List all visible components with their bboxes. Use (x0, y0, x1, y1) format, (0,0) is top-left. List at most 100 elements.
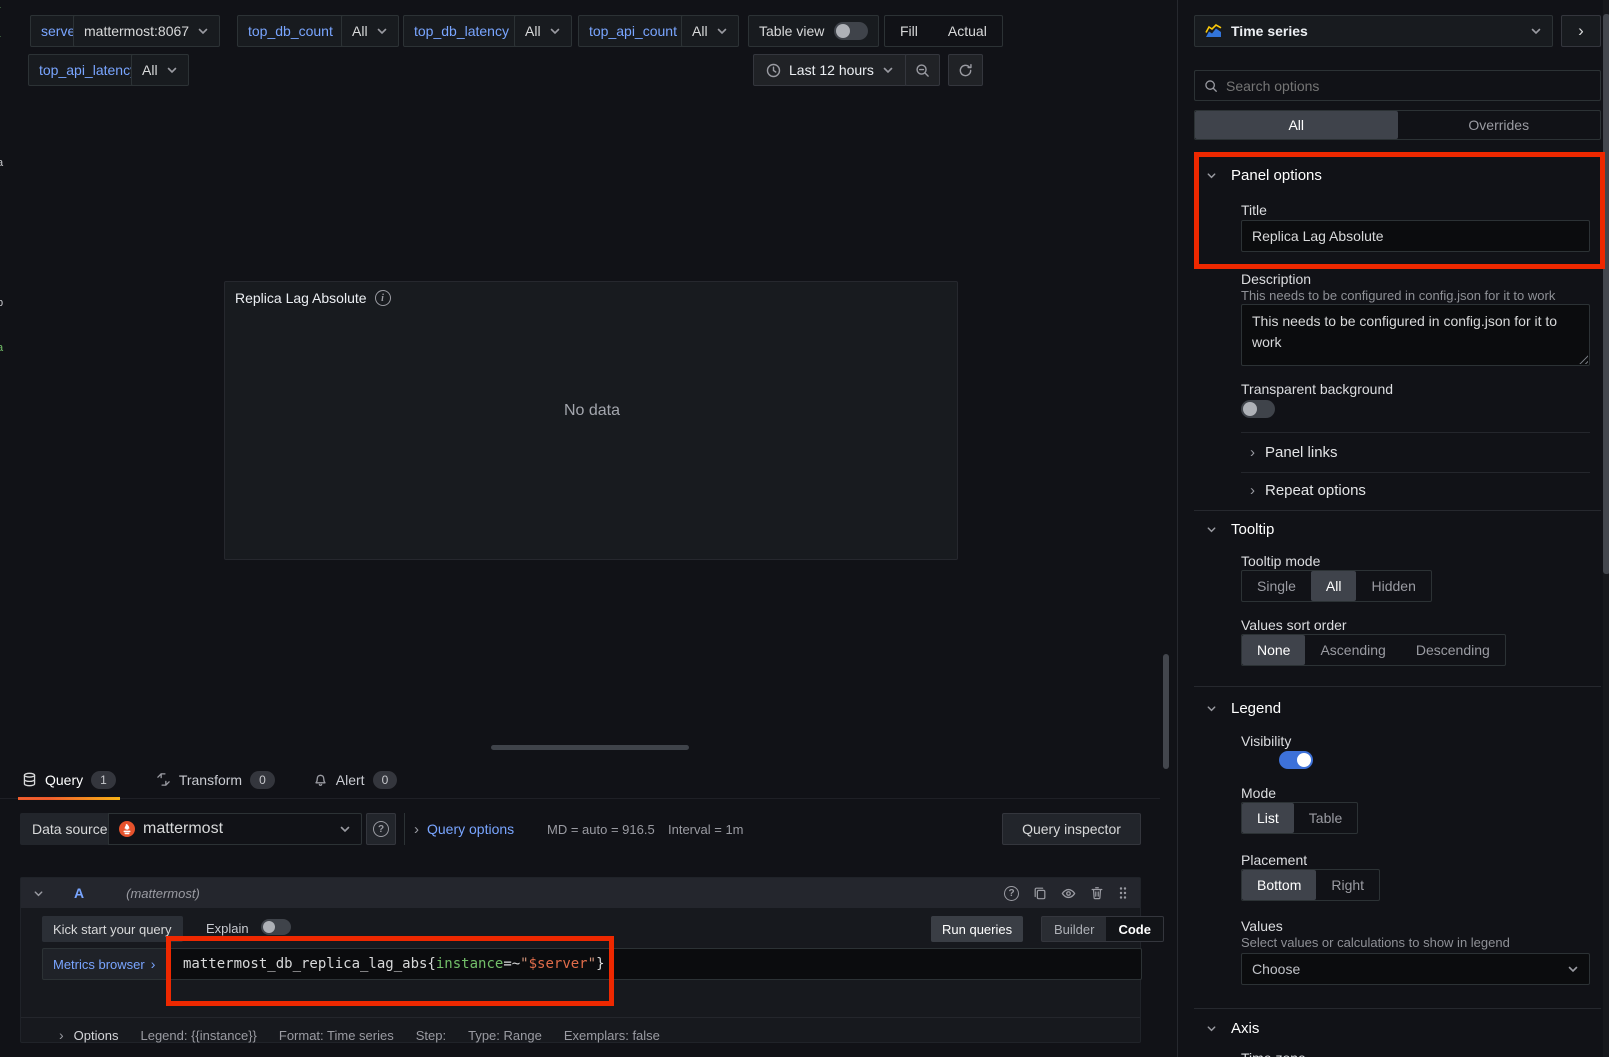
chevron-down-icon (33, 888, 44, 899)
tooltip-mode-single[interactable]: Single (1242, 571, 1311, 601)
fill-option[interactable]: Fill (885, 16, 933, 46)
panel-description-textarea[interactable]: This needs to be configured in config.js… (1241, 304, 1590, 366)
grafana-panel-editor: r r l a b a server mattermost:8067 top_d… (0, 0, 1609, 1057)
datasource-help-button[interactable]: ? (366, 813, 396, 845)
legend-mode-label: Mode (1241, 785, 1276, 801)
search-icon (1204, 79, 1218, 93)
run-queries-button[interactable]: Run queries (931, 916, 1023, 942)
tooltip-mode-hidden[interactable]: Hidden (1356, 571, 1430, 601)
query-row-header[interactable]: A (mattermost) ? (21, 878, 1140, 908)
chevron-right-icon: › (1250, 444, 1255, 461)
placement-bottom[interactable]: Bottom (1242, 870, 1316, 900)
explain-switch[interactable] (261, 919, 291, 935)
query-expression-input[interactable]: mattermost_db_replica_lag_abs{instance=~… (168, 948, 1142, 980)
placement-right[interactable]: Right (1316, 870, 1379, 900)
chevron-right-icon: › (59, 1027, 64, 1043)
description-field-wrap: This needs to be configured in config.js… (1241, 304, 1590, 366)
visualization-picker[interactable]: Time series (1194, 15, 1553, 47)
main-scrollbar[interactable] (1163, 654, 1169, 769)
legend-mode-table[interactable]: Table (1294, 803, 1357, 833)
tabs-divider (0, 798, 1160, 799)
tooltip-mode-all[interactable]: All (1311, 571, 1357, 601)
actual-option[interactable]: Actual (933, 16, 1002, 46)
search-input[interactable] (1226, 78, 1591, 94)
options-toggle[interactable]: › Options (59, 1027, 118, 1043)
section-border (1194, 686, 1601, 687)
tab-alert-label: Alert (336, 772, 365, 788)
variable-value-text: All (525, 23, 541, 39)
edge-artifact: b (0, 297, 3, 309)
variable-value-server[interactable]: mattermost:8067 (73, 15, 220, 47)
time-series-chart-icon (1205, 24, 1222, 38)
zoom-out-button[interactable] (905, 54, 940, 86)
tooltip-header[interactable]: Tooltip (1206, 521, 1274, 538)
drag-grip-icon[interactable] (1118, 886, 1128, 900)
metrics-browser-toggle[interactable]: Metrics browser › (42, 948, 168, 980)
panel-options-header[interactable]: Panel options (1206, 167, 1322, 184)
legend-header[interactable]: Legend (1206, 700, 1281, 717)
legend-mode-list[interactable]: List (1242, 803, 1294, 833)
table-view-toggle-group: Table view (748, 15, 879, 47)
tab-query-label: Query (45, 772, 83, 788)
variable-value-top-api-latency[interactable]: All (131, 54, 189, 86)
tab-query[interactable]: Query 1 (20, 763, 118, 796)
legend-visibility-switch[interactable] (1279, 751, 1313, 769)
repeat-options-collapse[interactable]: › Repeat options (1250, 482, 1366, 499)
values-sort-order-label: Values sort order (1241, 617, 1347, 633)
eye-icon[interactable] (1061, 886, 1076, 901)
code-option[interactable]: Code (1106, 917, 1163, 941)
tab-alert[interactable]: Alert 0 (313, 763, 397, 796)
explain-label: Explain (206, 921, 249, 936)
time-range-picker[interactable]: Last 12 hours (753, 54, 907, 86)
query-inspector-button[interactable]: Query inspector (1002, 813, 1141, 845)
variable-label-top-api-count: top_api_count (578, 15, 688, 47)
axis-header[interactable]: Axis (1206, 1020, 1259, 1037)
variable-value-top-db-latency[interactable]: All (514, 15, 572, 47)
edge-artifact: a (0, 342, 3, 354)
time-range-label: Last 12 hours (789, 62, 874, 78)
datasource-picker[interactable]: mattermost (108, 813, 362, 845)
transparent-background-switch[interactable] (1241, 400, 1275, 418)
datasource-label: Data source (20, 813, 119, 845)
tooltip-mode-group: Single All Hidden (1241, 570, 1432, 602)
edge-artifact: a (0, 157, 3, 169)
visualization-name: Time series (1231, 23, 1521, 39)
options-label: Options (74, 1028, 119, 1043)
builder-option[interactable]: Builder (1042, 917, 1106, 941)
panel-title-input[interactable] (1241, 220, 1590, 252)
query-options-toggle[interactable]: › Query options (414, 813, 514, 845)
chevron-down-icon (882, 64, 894, 76)
legend-values-label: Values (1241, 918, 1283, 934)
sort-descending[interactable]: Descending (1401, 635, 1505, 665)
legend-values-placeholder: Choose (1252, 961, 1567, 977)
sidebar-scrollbar-thumb[interactable] (1603, 14, 1609, 574)
refresh-button[interactable] (948, 54, 983, 86)
kick-start-query-button[interactable]: Kick start your query (42, 916, 183, 942)
panel-links-collapse[interactable]: › Panel links (1250, 444, 1338, 461)
tab-transform[interactable]: Transform 0 (156, 763, 275, 796)
trash-icon[interactable] (1090, 886, 1104, 900)
table-view-switch[interactable] (834, 22, 868, 40)
variable-value-text: All (352, 23, 368, 39)
options-type: Type: Range (468, 1028, 542, 1043)
resize-drag-handle[interactable] (491, 745, 689, 750)
legend-values-select[interactable]: Choose (1241, 953, 1590, 985)
divider (1241, 432, 1590, 433)
query-help-icon[interactable]: ? (1004, 886, 1019, 901)
tab-overrides[interactable]: Overrides (1398, 111, 1601, 139)
expr-label-key: instance (436, 956, 503, 972)
chevron-down-icon (197, 25, 209, 37)
variable-value-top-api-count[interactable]: All (681, 15, 739, 47)
sort-ascending[interactable]: Ascending (1305, 635, 1400, 665)
tab-all[interactable]: All (1195, 111, 1398, 139)
expr-quote: " (520, 956, 528, 972)
values-sort-order-group: None Ascending Descending (1241, 634, 1506, 666)
sort-none[interactable]: None (1242, 635, 1305, 665)
variable-label-top-db-latency: top_db_latency (403, 15, 520, 47)
duplicate-icon[interactable] (1033, 886, 1047, 900)
info-icon[interactable]: i (375, 290, 391, 306)
expr-operator: =~ (503, 956, 520, 972)
variable-value-top-db-count[interactable]: All (341, 15, 399, 47)
collapse-sidebar-button[interactable]: › (1561, 15, 1601, 47)
zoom-out-icon (915, 63, 930, 78)
